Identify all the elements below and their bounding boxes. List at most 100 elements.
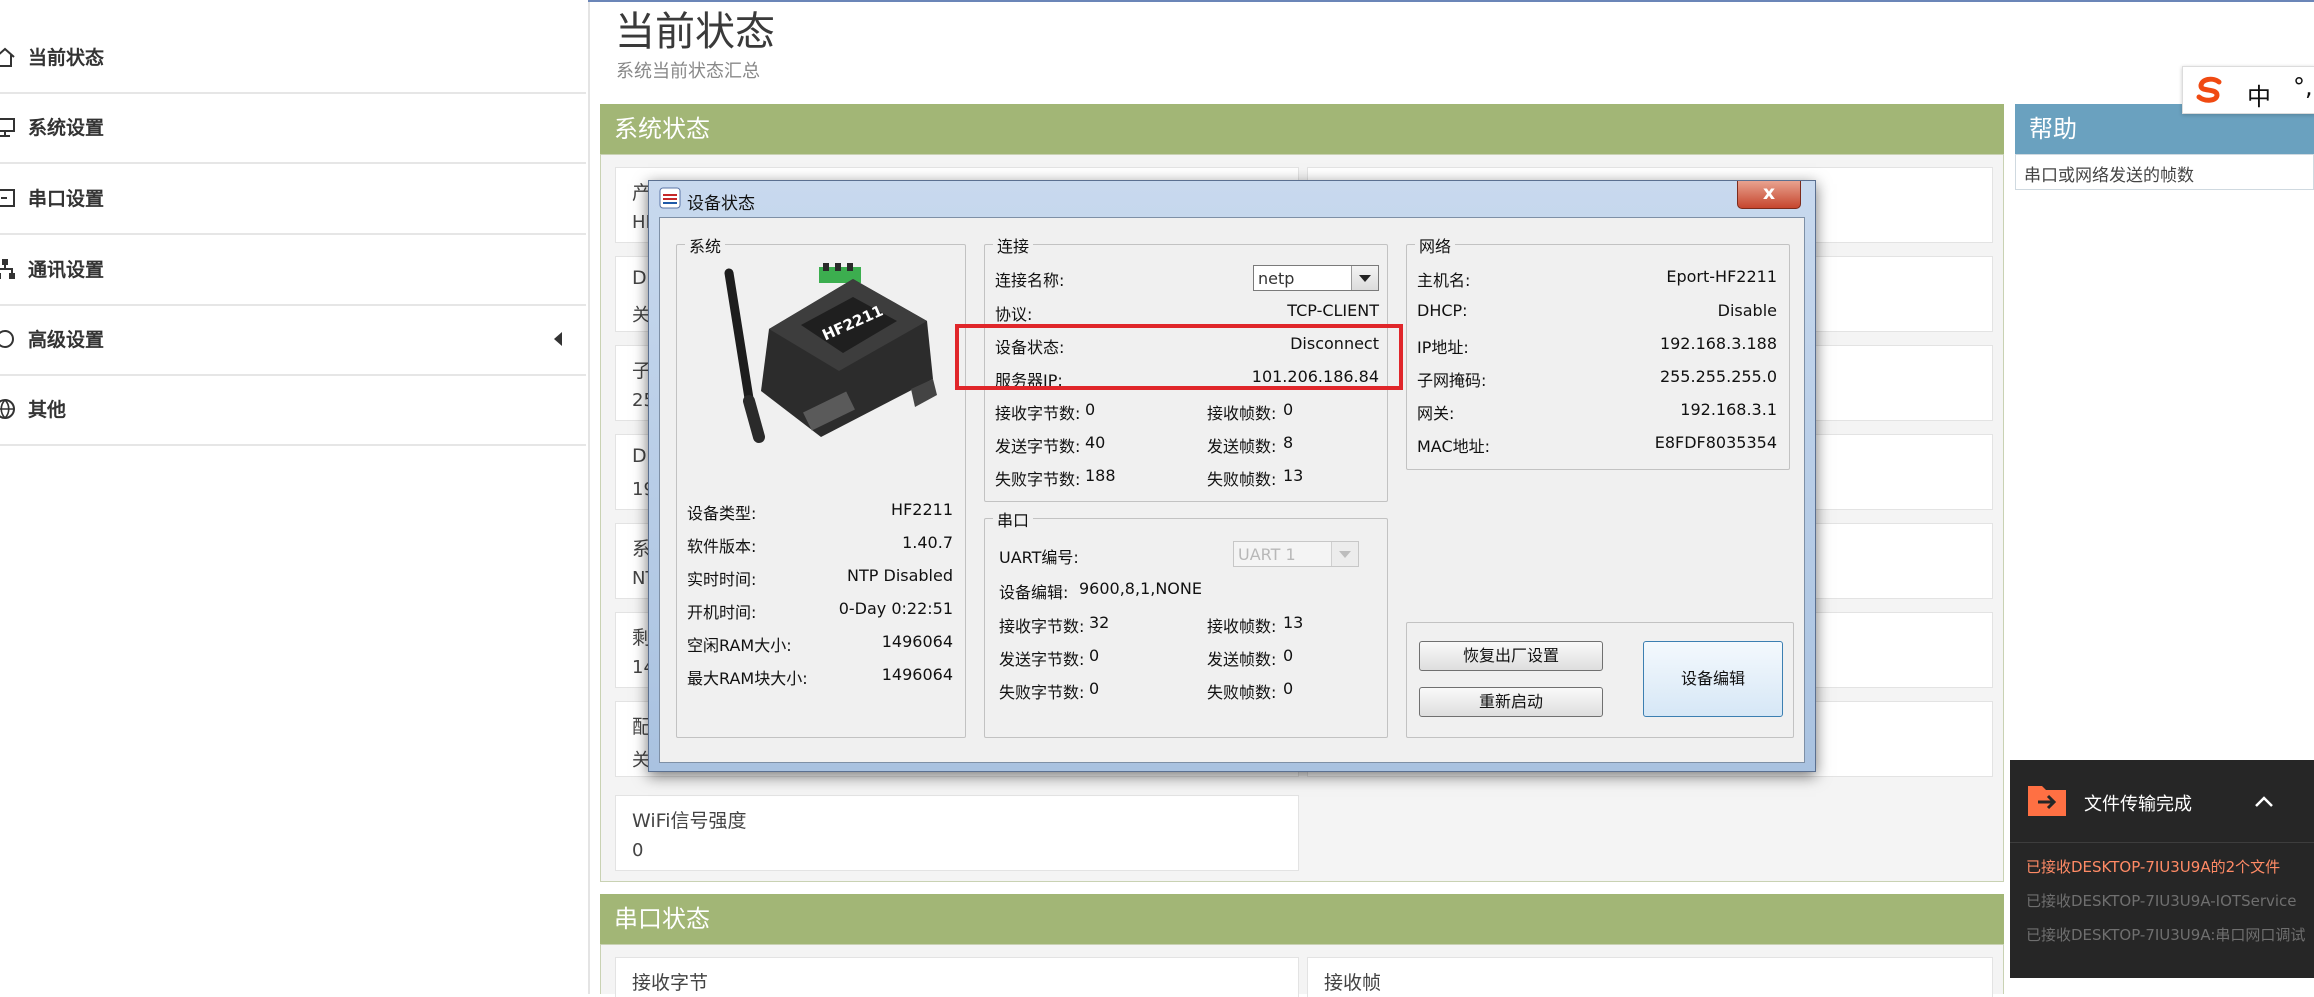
connection-name-value: netp bbox=[1258, 269, 1295, 288]
ime-toolbar[interactable]: 中 °, bbox=[2182, 66, 2314, 114]
tx-bytes-label: 发送字节数: bbox=[999, 650, 1085, 669]
device-type-label: 设备类型: bbox=[687, 504, 757, 523]
tx-bytes-value: 0 bbox=[1089, 646, 1100, 665]
sidebar: 当前状态 系统设置 串口设置 通讯设置 高级设置 其他 bbox=[0, 0, 590, 994]
fail-bytes-value: 188 bbox=[1085, 466, 1116, 485]
dialog-title: 设备状态 bbox=[687, 194, 755, 214]
file-transfer-notification[interactable]: 文件传输完成 已接收DESKTOP-7IU3U9A的2个文件 已接收DESKTO… bbox=[2010, 760, 2314, 978]
close-button[interactable]: x bbox=[1737, 181, 1801, 209]
help-text: 串口或网络发送的帧数 bbox=[2015, 154, 2314, 190]
realtime-value: NTP Disabled bbox=[847, 566, 953, 585]
panel-title: 系统状态 bbox=[614, 115, 710, 143]
fail-frames-value: 0 bbox=[1283, 679, 1294, 698]
gateway-value: 192.168.3.1 bbox=[1680, 400, 1777, 419]
button-label: 重新启动 bbox=[1478, 692, 1543, 711]
tx-bytes-value: 40 bbox=[1085, 433, 1106, 452]
header-divider bbox=[588, 0, 2314, 2]
group-title: 网络 bbox=[1415, 233, 1456, 257]
tx-frames-label: 发送帧数: bbox=[1207, 437, 1277, 456]
sidebar-item-label: 其他 bbox=[28, 399, 67, 421]
card-label: 接收帧 bbox=[1324, 972, 1382, 994]
panel-title: 串口状态 bbox=[614, 905, 710, 933]
serial-port-icon bbox=[0, 189, 15, 207]
fail-bytes-label: 失败字节数: bbox=[999, 683, 1085, 702]
mac-address-label: MAC地址: bbox=[1417, 437, 1491, 456]
serial-status-body: 接收字节 接收帧 bbox=[600, 944, 2004, 997]
restart-button[interactable]: 重新启动 bbox=[1419, 687, 1603, 717]
mac-address-value: E8FDF8035354 bbox=[1654, 433, 1777, 452]
fail-frames-label: 失败帧数: bbox=[1207, 470, 1277, 489]
dhcp-value: Disable bbox=[1717, 301, 1777, 320]
network-icon bbox=[0, 259, 15, 279]
rx-frames-value: 13 bbox=[1283, 613, 1304, 632]
sidebar-item-label: 串口设置 bbox=[28, 188, 105, 210]
network-group: 网络 主机名: Eport-HF2211 DHCP: Disable IP地址:… bbox=[1406, 233, 1790, 470]
divider bbox=[2010, 842, 2314, 843]
circle-icon bbox=[0, 330, 14, 348]
monitor-icon bbox=[0, 118, 15, 137]
button-label: 恢复出厂设置 bbox=[1462, 646, 1559, 665]
software-version-label: 软件版本: bbox=[687, 537, 757, 556]
fail-bytes-label: 失败字节数: bbox=[995, 470, 1081, 489]
realtime-label: 实时时间: bbox=[687, 570, 757, 589]
group-title: 连接 bbox=[993, 233, 1034, 257]
status-card: 接收字节 bbox=[615, 957, 1299, 997]
sidebar-item-comm-settings[interactable]: 通讯设置 bbox=[0, 236, 586, 306]
hostname-value: Eport-HF2211 bbox=[1666, 267, 1777, 286]
sidebar-item-label: 当前状态 bbox=[28, 47, 105, 69]
device-edit-button[interactable]: 设备编辑 bbox=[1643, 641, 1783, 717]
folder-arrow-icon bbox=[2028, 786, 2066, 816]
sidebar-item-advanced-settings[interactable]: 高级设置 bbox=[0, 306, 586, 376]
software-version-value: 1.40.7 bbox=[902, 533, 953, 552]
device-status-dialog: 设备状态 x 系统 HF2211 设备类型: HF2211 软件版本: 1.40… bbox=[648, 180, 1816, 772]
fail-frames-value: 13 bbox=[1283, 466, 1304, 485]
sidebar-item-serial-settings[interactable]: 串口设置 bbox=[0, 165, 586, 235]
fail-frames-label: 失败帧数: bbox=[1207, 683, 1277, 702]
sidebar-item-system-settings[interactable]: 系统设置 bbox=[0, 94, 586, 164]
card-label: 接收字节 bbox=[632, 972, 709, 994]
uart-number-select: UART 1 bbox=[1233, 541, 1359, 567]
group-title: 系统 bbox=[685, 233, 726, 257]
tx-frames-value: 0 bbox=[1283, 646, 1294, 665]
dropdown-button[interactable] bbox=[1351, 266, 1378, 290]
chevron-up-icon[interactable] bbox=[2254, 794, 2274, 808]
subnet-mask-label: 子网掩码: bbox=[1417, 371, 1487, 390]
connection-name-select[interactable]: netp bbox=[1253, 265, 1379, 291]
free-ram-value: 1496064 bbox=[881, 632, 953, 651]
gateway-label: 网关: bbox=[1417, 404, 1455, 423]
card-value: 0 bbox=[632, 840, 644, 861]
tx-frames-label: 发送帧数: bbox=[1207, 650, 1277, 669]
connection-name-label: 连接名称: bbox=[995, 271, 1065, 290]
serial-group: 串口 UART编号: UART 1 设备编辑: 9600,8,1,NONE 接收… bbox=[984, 507, 1388, 738]
ime-mode-toggle[interactable]: 中 bbox=[2247, 77, 2271, 112]
sidebar-item-label: 系统设置 bbox=[28, 117, 105, 139]
rx-bytes-label: 接收字节数: bbox=[995, 404, 1081, 423]
ip-address-value: 192.168.3.188 bbox=[1659, 334, 1777, 353]
page-title: 当前状态 bbox=[615, 9, 775, 55]
rx-bytes-value: 32 bbox=[1089, 613, 1110, 632]
sidebar-item-other[interactable]: 其他 bbox=[0, 376, 586, 446]
button-label: 设备编辑 bbox=[1680, 669, 1745, 688]
notification-line: 已接收DESKTOP-7IU3U9A的2个文件 bbox=[2026, 858, 2281, 876]
system-status-header: 系统状态 bbox=[600, 104, 2004, 154]
uptime-label: 开机时间: bbox=[687, 603, 757, 622]
rx-bytes-label: 接收字节数: bbox=[999, 617, 1085, 636]
rx-bytes-value: 0 bbox=[1085, 400, 1096, 419]
serial-config-value: 9600,8,1,NONE bbox=[1079, 579, 1202, 598]
group-title: 串口 bbox=[993, 507, 1034, 531]
sidebar-item-label: 高级设置 bbox=[28, 329, 105, 351]
serial-status-header: 串口状态 bbox=[600, 894, 2004, 944]
ime-punct-toggle[interactable]: °, bbox=[2293, 73, 2313, 101]
tx-bytes-label: 发送字节数: bbox=[995, 437, 1081, 456]
sidebar-item-label: 通讯设置 bbox=[28, 259, 105, 281]
page-subtitle: 系统当前状态汇总 bbox=[616, 61, 760, 82]
rx-frames-label: 接收帧数: bbox=[1207, 617, 1277, 636]
factory-reset-button[interactable]: 恢复出厂设置 bbox=[1419, 641, 1603, 671]
system-group: 系统 HF2211 设备类型: HF2211 软件版本: 1.40.7 实时时间… bbox=[676, 233, 966, 738]
sidebar-item-current-status[interactable]: 当前状态 bbox=[0, 24, 586, 94]
uart-number-label: UART编号: bbox=[999, 548, 1079, 567]
rx-frames-label: 接收帧数: bbox=[1207, 404, 1277, 423]
fail-bytes-value: 0 bbox=[1089, 679, 1100, 698]
card-label: WiFi信号强度 bbox=[632, 810, 747, 832]
dhcp-label: DHCP: bbox=[1417, 301, 1468, 320]
